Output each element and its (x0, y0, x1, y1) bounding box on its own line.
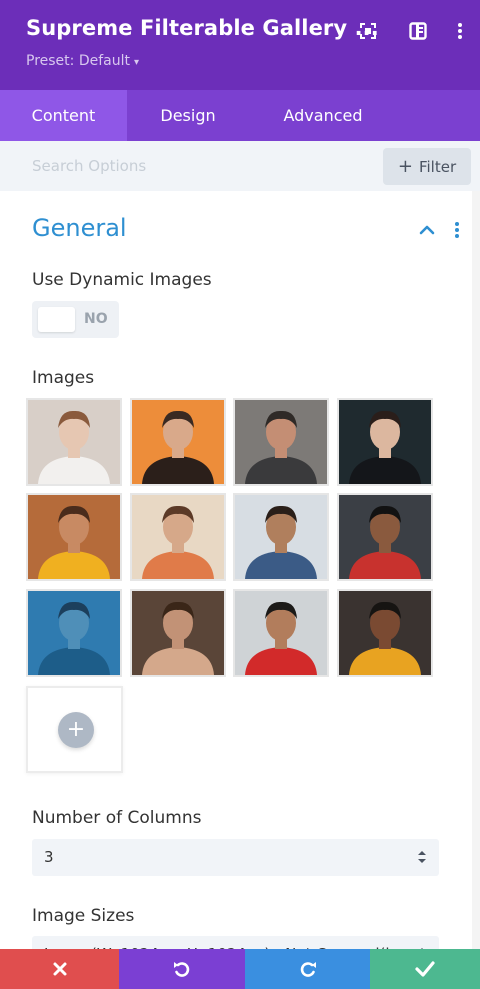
portrait-photo-icon (38, 505, 110, 579)
chevron-up-icon[interactable] (417, 220, 437, 240)
section-title[interactable]: General (32, 214, 127, 242)
gallery-thumbnail[interactable] (337, 589, 433, 677)
gallery-thumbnail[interactable] (130, 493, 226, 581)
dynamic-images-toggle[interactable]: NO (32, 301, 119, 338)
select-arrows-icon (418, 851, 426, 863)
portrait-photo-icon (38, 410, 110, 484)
module-title: Supreme Filterable Gallery ... (26, 16, 379, 40)
portrait-photo-icon (142, 410, 214, 484)
preset-selector[interactable]: Preset: Default ▾ (26, 53, 139, 69)
add-image-tile[interactable]: + (26, 686, 123, 773)
portrait-photo-icon (349, 505, 421, 579)
gallery-thumbnail[interactable] (26, 398, 122, 486)
portrait-photo-icon (245, 505, 317, 579)
section-more-icon[interactable] (450, 221, 464, 239)
caret-down-icon: ▾ (133, 57, 140, 68)
undo-button[interactable] (119, 949, 245, 989)
gallery-thumbnail[interactable] (26, 493, 122, 581)
redo-button[interactable] (245, 949, 370, 989)
search-input[interactable] (0, 141, 370, 191)
plus-icon: + (397, 155, 413, 177)
preset-label: Preset: Default (26, 53, 130, 69)
settings-tabs: Content Design Advanced (0, 90, 480, 141)
search-bar: + Filter (0, 141, 480, 191)
gallery-thumbnail[interactable] (130, 398, 226, 486)
sidebar-layout-icon[interactable] (405, 18, 431, 44)
toggle-state: NO (84, 311, 108, 327)
gallery-thumbnail[interactable] (337, 398, 433, 486)
focus-icon[interactable] (355, 18, 381, 44)
portrait-photo-icon (38, 601, 110, 675)
gallery-thumbnail[interactable] (233, 589, 329, 677)
portrait-photo-icon (245, 601, 317, 675)
check-icon (415, 961, 435, 977)
tab-content[interactable]: Content (0, 90, 127, 141)
redo-icon (300, 962, 316, 977)
gallery-thumbnail[interactable] (130, 589, 226, 677)
portrait-photo-icon (245, 410, 317, 484)
tab-design[interactable]: Design (127, 90, 249, 141)
bottom-action-bar (0, 949, 480, 989)
module-settings-header: Supreme Filterable Gallery ... Preset: D… (0, 0, 480, 90)
gallery-thumbnail[interactable] (233, 493, 329, 581)
tab-advanced[interactable]: Advanced (249, 90, 397, 141)
toggle-knob (38, 307, 75, 332)
scrollbar-track[interactable] (472, 191, 480, 949)
filter-button[interactable]: + Filter (383, 148, 471, 185)
discard-button[interactable] (0, 949, 119, 989)
portrait-photo-icon (142, 505, 214, 579)
filter-label: Filter (418, 157, 457, 176)
close-icon (53, 962, 66, 976)
gallery-thumbnail[interactable] (26, 589, 122, 677)
image-sizes-label: Image Sizes (32, 906, 135, 926)
columns-select[interactable]: 3 (32, 839, 439, 876)
portrait-photo-icon (349, 601, 421, 675)
images-label: Images (32, 368, 95, 388)
dynamic-images-label: Use Dynamic Images (32, 270, 212, 290)
gallery-thumbnail[interactable] (337, 493, 433, 581)
plus-icon[interactable]: + (58, 712, 94, 748)
gallery-thumbnail[interactable] (233, 398, 329, 486)
portrait-photo-icon (349, 410, 421, 484)
columns-value: 3 (44, 848, 54, 866)
undo-icon (174, 962, 190, 977)
portrait-photo-icon (142, 601, 214, 675)
save-button[interactable] (370, 949, 480, 989)
columns-label: Number of Columns (32, 808, 202, 828)
more-vertical-icon[interactable] (447, 18, 473, 44)
